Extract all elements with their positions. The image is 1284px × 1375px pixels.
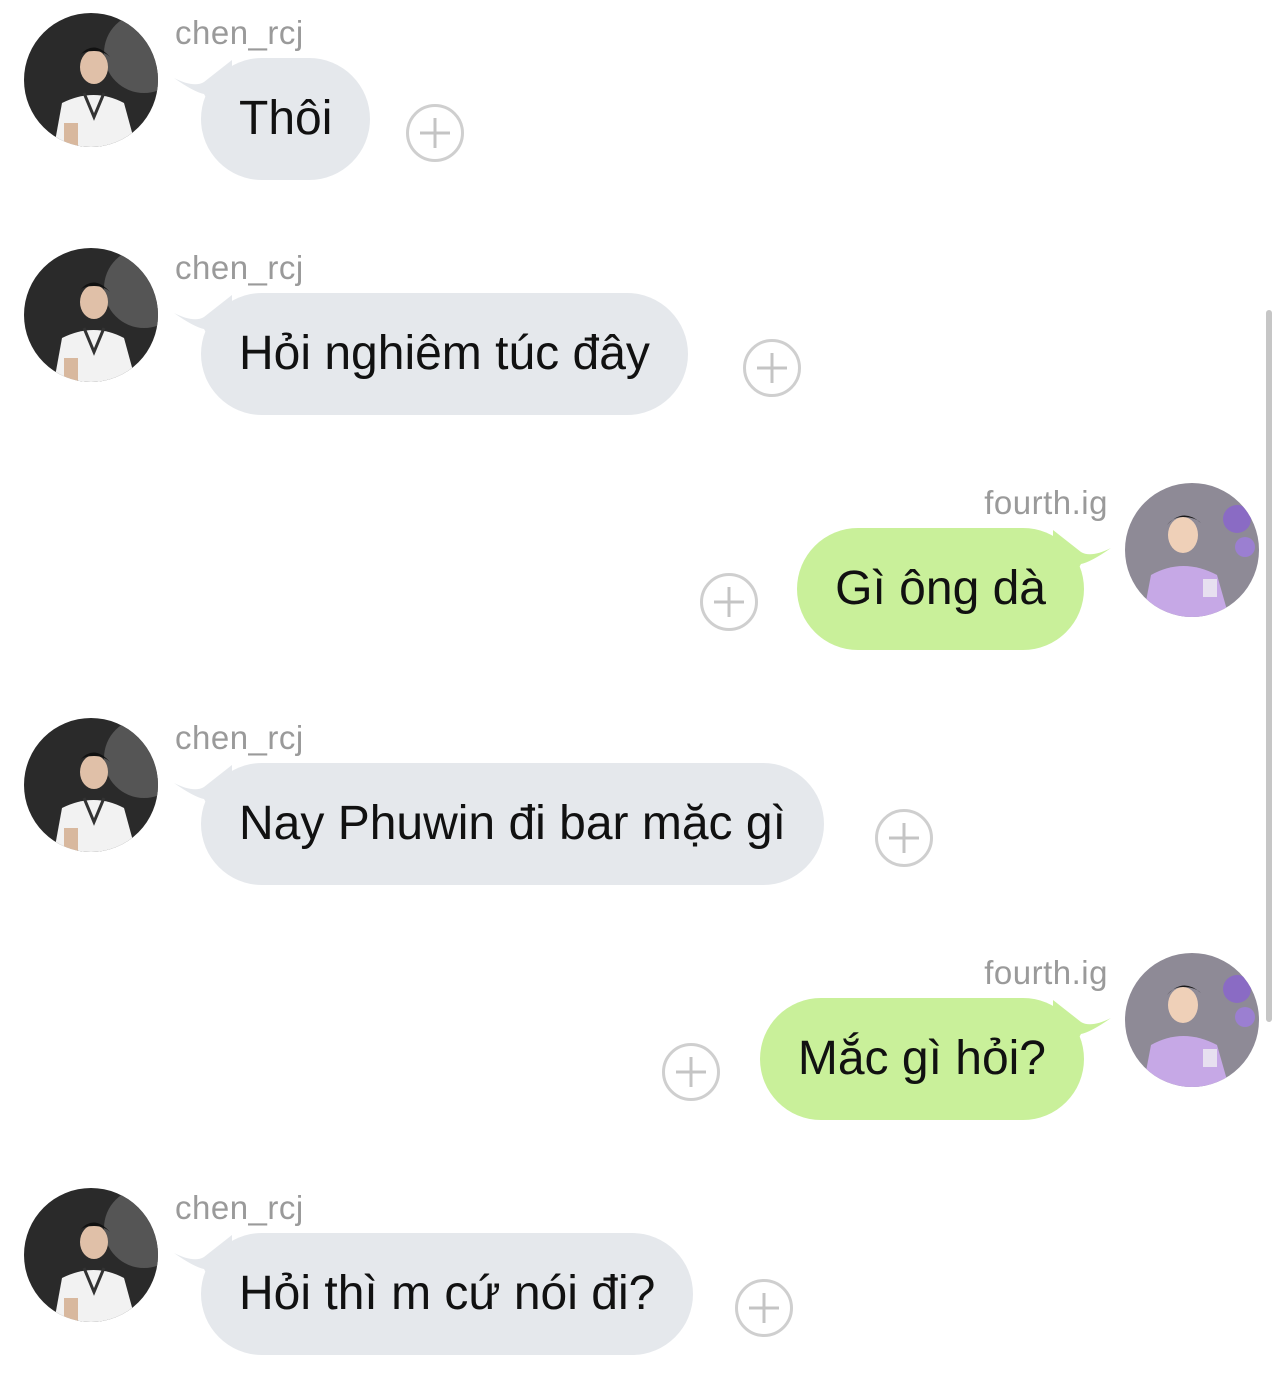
message-row: chen_rcj Hỏi nghiêm túc đây	[0, 235, 1284, 435]
message-bubble[interactable]: Gì ông dà	[797, 528, 1111, 650]
bubble-tail	[174, 60, 232, 114]
message-row: chen_rcj Thôi	[0, 0, 1284, 200]
message-text: Hỏi thì m cứ nói đi?	[239, 1267, 656, 1320]
sender-name: chen_rcj	[175, 249, 304, 286]
bubble-tail	[1053, 1000, 1111, 1054]
avatar[interactable]	[24, 248, 158, 382]
sender-name: chen_rcj	[175, 14, 304, 51]
bubble-tail	[1053, 530, 1111, 584]
message-row: chen_rcj Nay Phuwin đi bar mặc gì	[0, 705, 1284, 905]
plus-circle-icon[interactable]	[735, 1279, 793, 1337]
plus-circle-icon[interactable]	[700, 573, 758, 631]
chat-thread: chen_rcj Thôi chen_rcj Hỏi nghiêm túc đâ…	[0, 0, 1284, 1363]
message-bubble[interactable]: Hỏi thì m cứ nói đi?	[174, 1233, 694, 1355]
sender-name: fourth.ig	[984, 484, 1108, 521]
message-bubble-group: Hỏi thì m cứ nói đi?	[174, 1233, 694, 1355]
message-bubble-group: Mắc gì hỏi?	[759, 998, 1111, 1120]
avatar[interactable]	[24, 13, 158, 147]
message-bubble[interactable]: Hỏi nghiêm túc đây	[174, 293, 688, 415]
message-text: Thôi	[239, 92, 333, 145]
avatar[interactable]	[24, 1188, 158, 1322]
message-bubble[interactable]: Thôi	[174, 58, 371, 180]
scrollbar[interactable]	[1266, 310, 1272, 1022]
message-bubble-group: Gì ông dà	[797, 528, 1111, 650]
plus-circle-icon[interactable]	[406, 104, 464, 162]
plus-circle-icon[interactable]	[875, 809, 933, 867]
message-row: fourth.ig Mắc gì hỏi?	[0, 940, 1284, 1140]
message-text: Gì ông dà	[835, 562, 1046, 615]
sender-name: chen_rcj	[175, 1189, 304, 1226]
message-bubble[interactable]: Nay Phuwin đi bar mặc gì	[174, 763, 824, 885]
message-bubble-group: Hỏi nghiêm túc đây	[174, 293, 688, 415]
avatar[interactable]	[1125, 953, 1259, 1087]
message-row: fourth.ig Gì ông dà	[0, 470, 1284, 670]
message-text: Mắc gì hỏi?	[797, 1032, 1046, 1085]
bubble-tail	[174, 295, 232, 349]
message-row: chen_rcj Hỏi thì m cứ nói đi?	[0, 1175, 1284, 1375]
bubble-tail	[174, 1235, 232, 1289]
plus-circle-icon[interactable]	[743, 339, 801, 397]
message-bubble-group: Thôi	[174, 58, 371, 180]
message-bubble[interactable]: Mắc gì hỏi?	[759, 998, 1111, 1120]
avatar[interactable]	[24, 718, 158, 852]
message-text: Nay Phuwin đi bar mặc gì	[239, 797, 786, 850]
bubble-tail	[174, 765, 232, 819]
avatar[interactable]	[1125, 483, 1259, 617]
message-bubble-group: Nay Phuwin đi bar mặc gì	[174, 763, 824, 885]
sender-name: chen_rcj	[175, 719, 304, 756]
message-text: Hỏi nghiêm túc đây	[239, 327, 650, 380]
plus-circle-icon[interactable]	[662, 1043, 720, 1101]
sender-name: fourth.ig	[984, 954, 1108, 991]
